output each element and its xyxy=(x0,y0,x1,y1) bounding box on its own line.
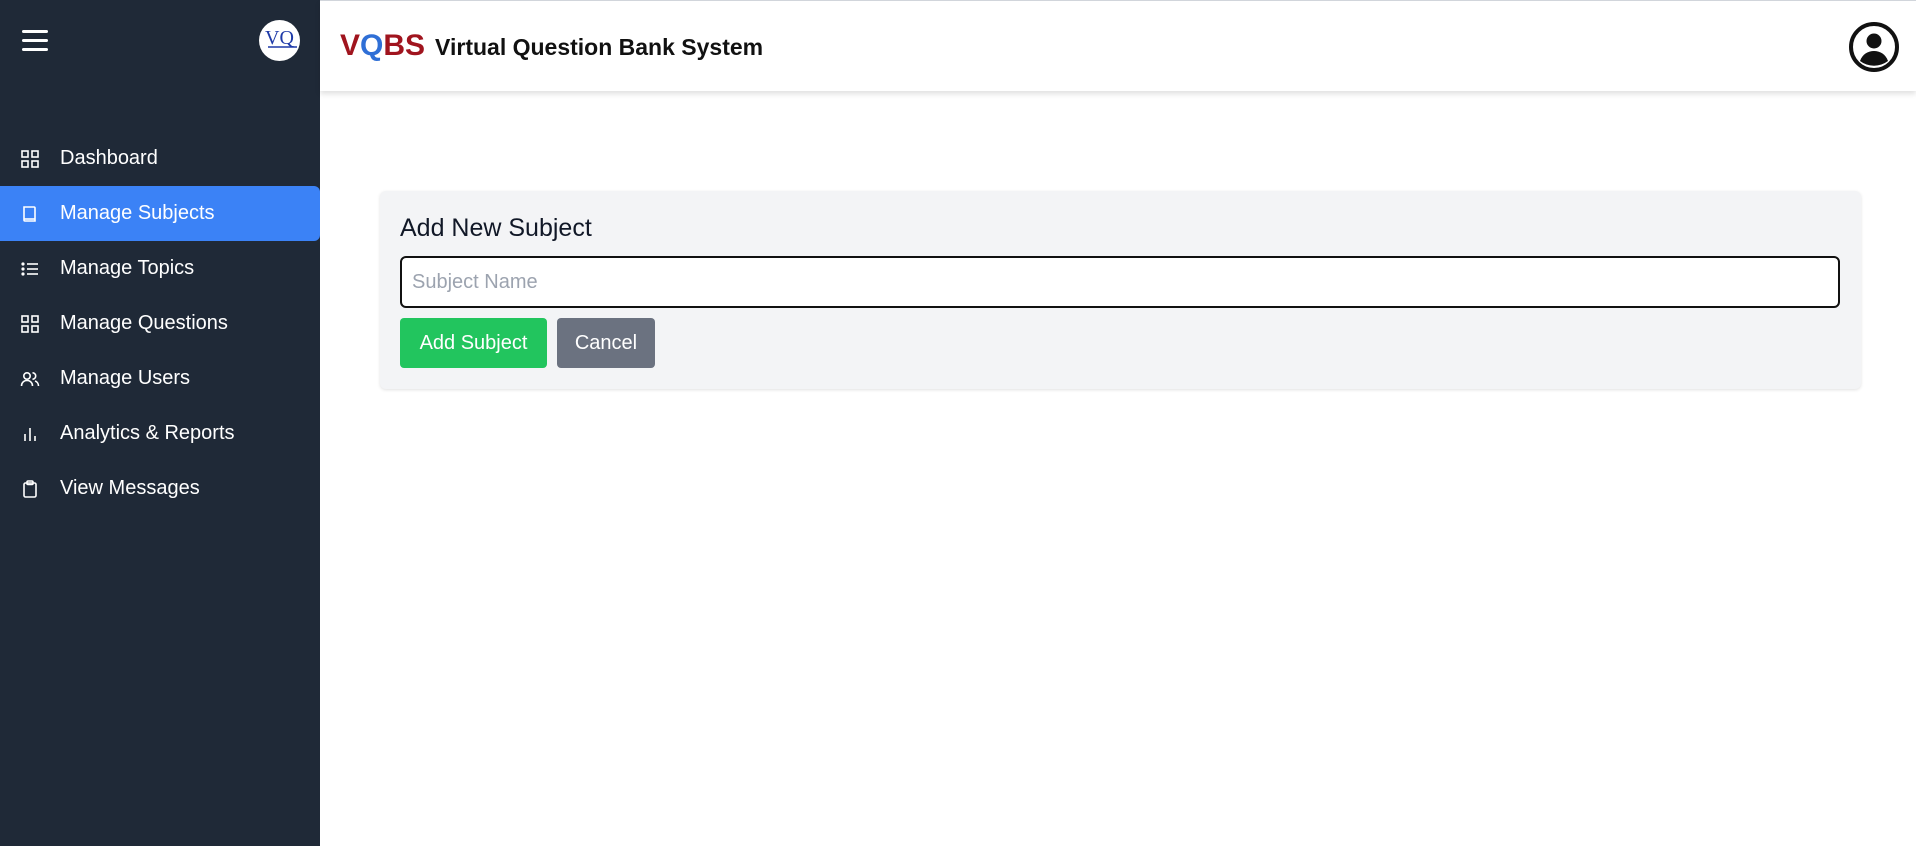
sidebar-item-label: View Messages xyxy=(60,477,200,499)
sidebar-item-label: Manage Topics xyxy=(60,257,195,279)
sidebar-item-view-messages[interactable]: View Messages xyxy=(0,461,320,516)
hamburger-menu-icon[interactable] xyxy=(22,30,48,52)
sidebar-item-manage-subjects[interactable]: Manage Subjects xyxy=(0,186,320,241)
brand-logo-text: VQBS xyxy=(340,29,426,62)
top-header: VQBS Virtual Question Bank System xyxy=(320,0,1916,91)
brand: VQBS Virtual Question Bank System xyxy=(340,29,763,63)
app-title: Virtual Question Bank System xyxy=(435,34,764,60)
cancel-button[interactable]: Cancel xyxy=(557,318,655,368)
user-profile-icon[interactable] xyxy=(1848,21,1900,73)
users-icon xyxy=(20,369,40,389)
bar-chart-icon xyxy=(20,424,40,444)
sidebar-item-manage-users[interactable]: Manage Users xyxy=(0,351,320,406)
list-icon xyxy=(20,259,40,279)
sidebar-nav: Dashboard Manage Subjects Manage Topics xyxy=(0,131,320,516)
sidebar-item-label: Dashboard xyxy=(60,147,158,169)
sidebar-item-label: Manage Users xyxy=(60,367,191,389)
sidebar-header: VQ xyxy=(0,0,320,80)
logo: VQ xyxy=(259,20,300,61)
grid-icon xyxy=(20,149,40,169)
sidebar-item-label: Manage Subjects xyxy=(60,202,215,224)
book-icon xyxy=(20,204,40,224)
sidebar-item-manage-questions[interactable]: Manage Questions xyxy=(0,296,320,351)
sidebar-item-label: Analytics & Reports xyxy=(60,422,235,444)
add-subject-card: Add New Subject Add Subject Cancel xyxy=(380,191,1861,389)
subject-name-input[interactable] xyxy=(400,256,1840,308)
add-subject-button[interactable]: Add Subject xyxy=(400,318,547,368)
sidebar-item-label: Manage Questions xyxy=(60,312,228,334)
clipboard-icon xyxy=(20,479,40,499)
logo-text: VQ xyxy=(265,27,294,49)
sidebar-item-analytics-reports[interactable]: Analytics & Reports xyxy=(0,406,320,461)
grid-icon xyxy=(20,314,40,334)
sidebar: VQ Dashboard Manage Subjects Manage Topi… xyxy=(0,0,320,846)
card-title: Add New Subject xyxy=(400,214,592,242)
sidebar-item-manage-topics[interactable]: Manage Topics xyxy=(0,241,320,296)
sidebar-item-dashboard[interactable]: Dashboard xyxy=(0,131,320,186)
